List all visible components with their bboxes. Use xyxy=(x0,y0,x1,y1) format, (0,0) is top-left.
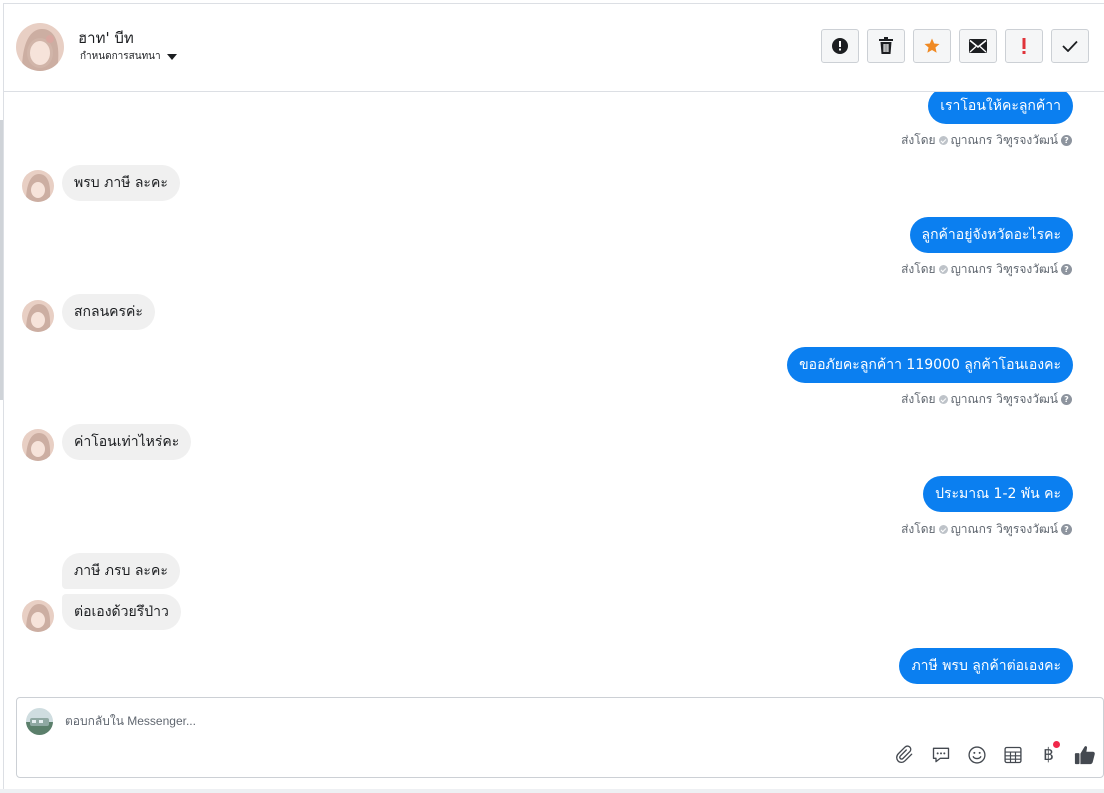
table-icon xyxy=(1003,746,1022,763)
star-icon xyxy=(924,38,940,53)
notification-dot xyxy=(1053,741,1060,748)
reply-input[interactable] xyxy=(65,710,765,732)
incoming-message: ต่อเองด้วยรึป่าว xyxy=(62,594,181,630)
smiley-icon xyxy=(967,745,986,764)
conversation-header: ฮาท' บีท กำหนดการสนทนา xyxy=(4,4,1104,92)
payment-button[interactable]: ฿ xyxy=(1036,741,1061,767)
outgoing-message: ขออภัยคะลูกค้าา 119000 ลูกค้าโอนเองคะ xyxy=(787,347,1073,383)
assign-conversation-dropdown[interactable]: กำหนดการสนทนา xyxy=(80,49,177,64)
contact-avatar-small xyxy=(22,600,54,632)
outgoing-message: เราโอนให้คะลูกค้าา xyxy=(928,92,1073,124)
attach-button[interactable] xyxy=(892,742,917,767)
alert-button[interactable] xyxy=(821,29,859,63)
star-button[interactable] xyxy=(913,29,951,63)
composer-tools: ฿ xyxy=(892,741,1097,767)
baht-icon: ฿ xyxy=(1043,744,1054,765)
reply-composer: ฿ xyxy=(16,697,1104,778)
emoji-button[interactable] xyxy=(964,742,989,767)
contact-avatar[interactable] xyxy=(16,23,64,71)
question-icon[interactable]: ? xyxy=(1061,524,1072,535)
check-icon xyxy=(1062,40,1078,52)
assign-label: กำหนดการสนทนา xyxy=(80,51,161,62)
bottom-border xyxy=(0,789,1104,793)
exclamation-circle-icon xyxy=(832,38,848,54)
saved-replies-button[interactable] xyxy=(928,742,953,767)
incoming-message: สกลนครค่ะ xyxy=(62,294,155,330)
question-icon[interactable]: ? xyxy=(1061,264,1072,275)
like-button[interactable] xyxy=(1072,742,1097,767)
agent-name: ญาณกร วิฑูรจงวัฒน์ xyxy=(950,392,1058,406)
contact-name[interactable]: ฮาท' บีท xyxy=(78,26,134,50)
contact-avatar-small xyxy=(22,429,54,461)
agent-name: ญาณกร วิฑูรจงวัฒน์ xyxy=(950,262,1058,276)
sent-by-info: ส่งโดย ญาณกร วิฑูรจงวัฒน์ ? xyxy=(901,520,1072,539)
scroll-indicator xyxy=(0,120,3,400)
outgoing-message: ภาษี พรบ ลูกค้าต่อเองคะ xyxy=(899,648,1073,684)
envelope-icon xyxy=(969,39,987,53)
trash-icon xyxy=(879,37,893,54)
sent-by-label: ส่งโดย xyxy=(901,522,936,536)
caret-down-icon xyxy=(166,54,177,60)
table-button[interactable] xyxy=(1000,742,1025,767)
question-icon[interactable]: ? xyxy=(1061,394,1072,405)
incoming-message: ภาษี ภรบ ละคะ xyxy=(62,553,180,589)
mark-unread-button[interactable] xyxy=(959,29,997,63)
delete-button[interactable] xyxy=(867,29,905,63)
incoming-message: ค่าโอนเท่าไหร่คะ xyxy=(62,424,192,460)
sent-by-label: ส่งโดย xyxy=(901,133,936,147)
contact-avatar-small xyxy=(22,300,54,332)
paperclip-icon xyxy=(895,744,912,763)
important-button[interactable] xyxy=(1005,29,1043,63)
sent-by-label: ส่งโดย xyxy=(901,262,936,276)
verified-icon xyxy=(938,265,948,274)
question-icon[interactable]: ? xyxy=(1061,135,1072,146)
agent-name: ญาณกร วิฑูรจงวัฒน์ xyxy=(950,133,1058,147)
thumbs-up-icon xyxy=(1074,745,1095,764)
speech-bubble-icon xyxy=(932,747,949,762)
verified-icon xyxy=(938,525,948,534)
incoming-message: พรบ ภาษี ละคะ xyxy=(62,165,180,201)
page-avatar xyxy=(26,708,53,735)
verified-icon xyxy=(938,136,948,145)
outgoing-message: ประมาณ 1-2 พัน คะ xyxy=(923,476,1073,512)
message-list[interactable]: เราโอนให้คะลูกค้าา ส่งโดย ญาณกร วิฑูรจงว… xyxy=(4,92,1104,692)
contact-avatar-small xyxy=(22,170,54,202)
exclamation-icon xyxy=(1022,38,1026,54)
sent-by-info: ส่งโดย ญาณกร วิฑูรจงวัฒน์ ? xyxy=(901,260,1072,279)
sent-by-info: ส่งโดย ญาณกร วิฑูรจงวัฒน์ ? xyxy=(901,131,1072,150)
agent-name: ญาณกร วิฑูรจงวัฒน์ xyxy=(950,522,1058,536)
done-button[interactable] xyxy=(1051,29,1089,63)
verified-icon xyxy=(938,395,948,404)
sent-by-label: ส่งโดย xyxy=(901,392,936,406)
header-toolbar xyxy=(821,29,1089,63)
outgoing-message: ลูกค้าอยู่จังหวัดอะไรคะ xyxy=(909,217,1073,253)
sent-by-info: ส่งโดย ญาณกร วิฑูรจงวัฒน์ ? xyxy=(901,390,1072,409)
